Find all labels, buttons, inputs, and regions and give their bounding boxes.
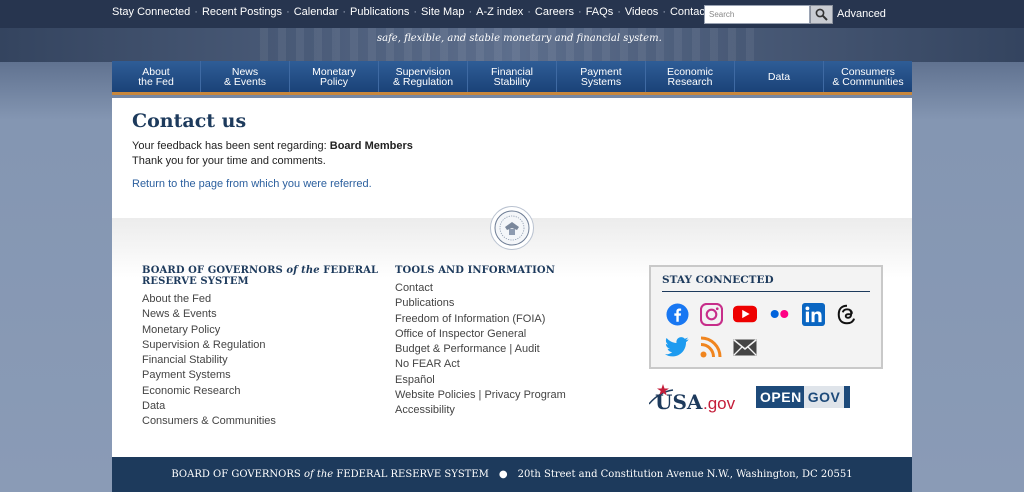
feedback-prefix: Your feedback has been sent regarding: — [132, 140, 330, 152]
footer-link-inspector-general[interactable]: Office of Inspector General — [395, 327, 566, 342]
nav-financial-stability[interactable]: Financial Stability — [468, 61, 557, 92]
email-icon[interactable] — [733, 335, 757, 359]
footer-board-heading: BOARD OF GOVERNORS of the FEDERAL RESERV… — [142, 265, 379, 287]
util-link-stay-connected[interactable]: Stay Connected — [112, 6, 190, 18]
footer-link-monetary-policy[interactable]: Monetary Policy — [142, 323, 276, 338]
stay-connected-box: STAY CONNECTED — [649, 265, 883, 369]
thanks-message: Thank you for your time and comments. — [132, 155, 326, 167]
footer-link-publications[interactable]: Publications — [395, 296, 566, 311]
usagov-gov-text: .gov — [703, 394, 736, 413]
linkedin-icon[interactable] — [801, 302, 825, 326]
util-separator: · — [194, 6, 198, 18]
nav-consumers-communities[interactable]: Consumers & Communities — [824, 61, 912, 92]
footer-link-news-events[interactable]: News & Events — [142, 307, 276, 322]
footer-link-data[interactable]: Data — [142, 399, 276, 414]
tagline: safe, flexible, and stable monetary and … — [377, 33, 662, 44]
footer-link-payment-systems[interactable]: Payment Systems — [142, 368, 276, 383]
footer-link-about-the-fed[interactable]: About the Fed — [142, 292, 276, 307]
footer-link-no-fear-act[interactable]: No FEAR Act — [395, 357, 566, 372]
search-button[interactable] — [810, 5, 833, 24]
util-link-faqs[interactable]: FAQs — [586, 6, 614, 18]
facebook-icon[interactable] — [665, 302, 689, 326]
footer-tools-links: Contact Publications Freedom of Informat… — [395, 281, 566, 419]
footer-link-accessibility[interactable]: Accessibility — [395, 403, 566, 418]
util-link-videos[interactable]: Videos — [625, 6, 658, 18]
footer-tools-heading: TOOLS AND INFORMATION — [395, 265, 555, 276]
util-link-careers[interactable]: Careers — [535, 6, 574, 18]
bottom-address-bar: BOARD OF GOVERNORS of the FEDERAL RESERV… — [112, 457, 912, 492]
nav-economic-research[interactable]: Economic Research — [646, 61, 735, 92]
util-link-a-z-index[interactable]: A-Z index — [476, 6, 523, 18]
footer-link-website-policies[interactable]: Website Policies | Privacy Program — [395, 388, 566, 403]
footer-link-economic-research[interactable]: Economic Research — [142, 384, 276, 399]
instagram-icon[interactable] — [699, 302, 723, 326]
footer-link-espanol[interactable]: Español — [395, 373, 566, 388]
return-link[interactable]: Return to the page from which you were r… — [132, 178, 372, 190]
utility-bar: Stay Connected · Recent Postings · Calen… — [0, 0, 1024, 28]
utility-nav: Stay Connected · Recent Postings · Calen… — [112, 6, 708, 18]
usagov-usa-text: USA — [655, 390, 703, 414]
main-content: Contact us Your feedback has been sent r… — [112, 98, 912, 218]
search-icon — [815, 8, 828, 21]
footer-board-links: About the Fed News & Events Monetary Pol… — [142, 292, 276, 430]
util-link-recent-postings[interactable]: Recent Postings — [202, 6, 282, 18]
util-separator: · — [286, 6, 290, 18]
opengov-logo[interactable]: OPEN GOV — [756, 386, 850, 408]
util-separator: · — [662, 6, 666, 18]
threads-icon[interactable] — [835, 302, 859, 326]
footer-link-supervision-regulation[interactable]: Supervision & Regulation — [142, 338, 276, 353]
footer-link-financial-stability[interactable]: Financial Stability — [142, 353, 276, 368]
util-separator: · — [578, 6, 582, 18]
util-separator: · — [617, 6, 621, 18]
nav-payment-systems[interactable]: Payment Systems — [557, 61, 646, 92]
util-link-site-map[interactable]: Site Map — [421, 6, 464, 18]
footer-link-consumers-communities[interactable]: Consumers & Communities — [142, 414, 276, 429]
util-separator: · — [468, 6, 473, 18]
util-separator: · — [342, 6, 347, 18]
nav-about-the-fed[interactable]: About the Fed — [112, 61, 201, 92]
opengov-open-text: OPEN — [760, 389, 802, 405]
nav-supervision-regulation[interactable]: Supervision & Regulation — [379, 61, 468, 92]
util-separator: · — [413, 6, 418, 18]
feedback-subject: Board Members — [329, 140, 413, 152]
nav-news-events[interactable]: News & Events — [201, 61, 290, 92]
footer-link-foia[interactable]: Freedom of Information (FOIA) — [395, 312, 566, 327]
bottom-separator: ● — [498, 469, 508, 480]
feedback-message: Your feedback has been sent regarding: B… — [132, 140, 413, 152]
advanced-search-link[interactable]: Advanced — [837, 8, 886, 20]
util-link-contact[interactable]: Contact — [670, 6, 708, 18]
bottom-address: 20th Street and Constitution Avenue N.W.… — [517, 469, 853, 480]
opengov-gov-text: GOV — [803, 386, 845, 408]
main-nav: About the Fed News & Events Monetary Pol… — [112, 61, 912, 95]
footer-link-budget-audit[interactable]: Budget & Performance | Audit — [395, 342, 566, 357]
util-link-publications[interactable]: Publications — [350, 6, 409, 18]
rss-icon[interactable] — [699, 335, 723, 359]
nav-monetary-policy[interactable]: Monetary Policy — [290, 61, 379, 92]
util-link-calendar[interactable]: Calendar — [294, 6, 339, 18]
footer-link-contact[interactable]: Contact — [395, 281, 566, 296]
footer: BOARD OF GOVERNORS of the FEDERAL RESERV… — [112, 206, 912, 458]
flickr-icon[interactable] — [767, 302, 791, 326]
bottom-org-name: BOARD OF GOVERNORS of the FEDERAL RESERV… — [171, 469, 489, 480]
twitter-icon[interactable] — [665, 335, 689, 359]
page-title: Contact us — [132, 110, 247, 132]
usagov-logo[interactable]: USA .gov — [648, 382, 744, 414]
divider — [662, 291, 870, 292]
fed-seal-icon — [490, 206, 534, 250]
util-separator: · — [527, 6, 531, 18]
stay-connected-heading: STAY CONNECTED — [662, 274, 774, 286]
search-input[interactable]: Search — [704, 5, 810, 24]
youtube-icon[interactable] — [733, 302, 757, 326]
nav-data[interactable]: Data — [735, 61, 824, 92]
